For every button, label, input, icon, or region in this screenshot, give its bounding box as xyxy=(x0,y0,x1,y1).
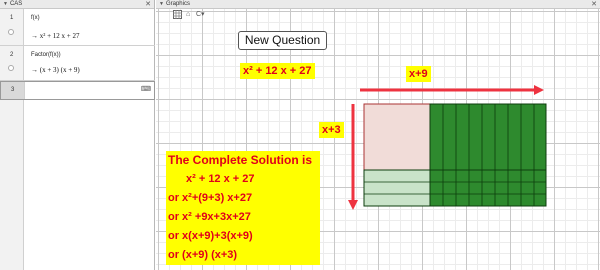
cas-row-number: 1 xyxy=(0,9,24,45)
solution-line: or x²+(9+3) x+27 xyxy=(168,192,253,204)
keyboard-icon[interactable]: ⌨ xyxy=(141,85,151,93)
row-status-circle-icon[interactable] xyxy=(8,29,14,35)
cas-input[interactable]: Factor(f(x)) xyxy=(31,52,61,58)
cas-gutter xyxy=(0,100,24,270)
cas-row-1[interactable]: 1 f(x) → x² + 12 x + 27 xyxy=(0,9,155,46)
graphics-panel: ▼ Graphics ✕ ⌂ C▾ New Question x² + 12 x … xyxy=(156,0,600,270)
complete-solution-box: The Complete Solution is x² + 12 x + 27 … xyxy=(166,151,320,265)
solution-heading: The Complete Solution is xyxy=(168,153,313,167)
cas-output: → (x + 3) (x + 9) xyxy=(31,66,80,74)
solution-line: or (x+9) (x+3) xyxy=(168,249,238,261)
solution-line: or x² +9x+3x+27 xyxy=(168,211,251,223)
cas-row-number: 3 xyxy=(1,82,25,99)
cas-title-bar: ▼ CAS ✕ xyxy=(0,0,154,9)
cas-input[interactable]: f(x) xyxy=(31,15,40,21)
unit-tiles xyxy=(429,169,547,207)
three-x-tiles xyxy=(363,169,431,207)
solution-line: or x(x+9)+3(x+9) xyxy=(168,230,253,242)
x-squared-tile xyxy=(363,103,431,171)
cas-row-2[interactable]: 2 Factor(f(x)) → (x + 3) (x + 9) xyxy=(0,46,155,81)
close-icon[interactable]: ✕ xyxy=(145,0,151,9)
cas-panel: ▼ CAS ✕ 1 f(x) → x² + 12 x + 27 2 Factor(… xyxy=(0,0,155,270)
collapse-triangle-icon[interactable]: ▼ xyxy=(3,0,8,9)
row-status-circle-icon[interactable] xyxy=(8,65,14,71)
cas-row-3[interactable]: 3 ⌨ xyxy=(0,81,155,100)
cas-title: CAS xyxy=(9,1,23,7)
horizontal-arrowhead xyxy=(534,85,544,95)
cas-output: → x² + 12 x + 27 xyxy=(31,32,80,40)
nine-x-tiles xyxy=(429,103,547,171)
solution-line: x² + 12 x + 27 xyxy=(186,173,255,185)
cas-row-number: 2 xyxy=(0,46,24,80)
vertical-arrowhead xyxy=(348,200,358,210)
geogebra-window: ▼ CAS ✕ 1 f(x) → x² + 12 x + 27 2 Factor(… xyxy=(0,0,600,270)
